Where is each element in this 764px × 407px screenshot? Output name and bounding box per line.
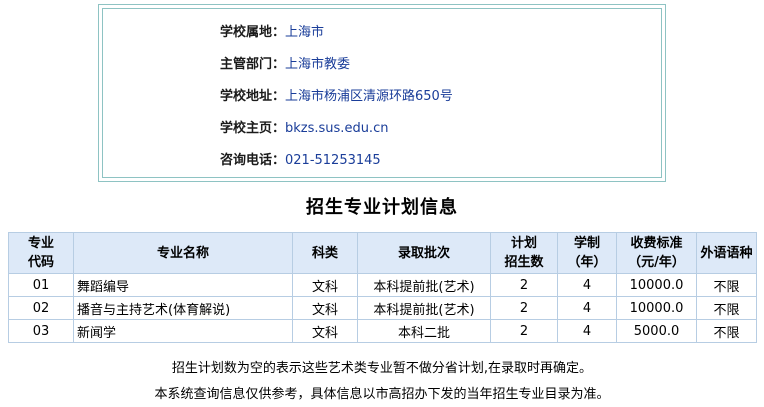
header-batch: 录取批次 [357,232,491,274]
cell-code: 03 [8,319,74,343]
cell-language: 不限 [696,273,757,297]
cell-fee: 10000.0 [616,296,697,320]
info-row-department: 主管部门：上海市教委 [220,55,350,75]
note-plan: 招生计划数为空的表示这些艺术类专业暂不做分省计划,在录取时再确定。 [171,361,593,376]
major-plan-table: 专业 代码 专业名称 科类 录取批次 计划 招生数 学制 （年） 收费标准 （元/年） … [8,232,757,343]
info-label: 咨询电话： [220,153,286,168]
header-plan: 计划 招生数 [490,232,558,274]
cell-name: 舞蹈编导 [73,273,293,297]
info-row-phone: 咨询电话：021-51253145 [220,151,381,171]
cell-batch: 本科二批 [357,319,491,343]
cell-years: 4 [557,296,617,320]
homepage-link[interactable]: bkzs.sus.edu.cn [285,121,388,136]
cell-code: 01 [8,273,74,297]
school-info-box: 学校属地：上海市 主管部门：上海市教委 学校地址：上海市杨浦区清源环路650号 … [98,4,666,182]
info-row-homepage: 学校主页：bkzs.sus.edu.cn [220,119,388,139]
info-value: 上海市杨浦区清源环路650号 [285,89,453,104]
info-row-address: 学校地址：上海市杨浦区清源环路650号 [220,87,453,107]
cell-batch: 本科提前批(艺术) [357,273,491,297]
section-title: 招生专业计划信息 [306,197,458,218]
cell-fee: 10000.0 [616,273,697,297]
header-years: 学制 （年） [557,232,617,274]
header-name: 专业名称 [73,232,293,274]
info-label: 学校主页： [220,121,286,136]
cell-name: 新闻学 [73,319,293,343]
table-row: 02 播音与主持艺术(体育解说) 文科 本科提前批(艺术) 2 4 10000.… [8,296,757,320]
cell-category: 文科 [292,296,358,320]
info-row-location: 学校属地：上海市 [220,23,324,43]
cell-code: 02 [8,296,74,320]
cell-years: 4 [557,273,617,297]
info-value: 上海市 [285,25,325,40]
table-header-row: 专业 代码 专业名称 科类 录取批次 计划 招生数 学制 （年） 收费标准 （元/年） … [8,232,757,274]
header-fee: 收费标准 （元/年） [616,232,697,274]
cell-years: 4 [557,319,617,343]
cell-plan: 2 [490,319,558,343]
header-language: 外语语种 [696,232,757,274]
table-row: 01 舞蹈编导 文科 本科提前批(艺术) 2 4 10000.0 不限 [8,273,757,297]
cell-category: 文科 [292,273,358,297]
info-value: 021-51253145 [285,153,381,168]
cell-plan: 2 [490,273,558,297]
cell-fee: 5000.0 [616,319,697,343]
info-value: 上海市教委 [285,57,351,72]
header-code: 专业 代码 [8,232,74,274]
header-category: 科类 [292,232,358,274]
info-label: 学校属地： [220,25,286,40]
table-row: 03 新闻学 文科 本科二批 2 4 5000.0 不限 [8,319,757,343]
cell-category: 文科 [292,319,358,343]
school-info-inner: 学校属地：上海市 主管部门：上海市教委 学校地址：上海市杨浦区清源环路650号 … [102,8,662,178]
info-label: 主管部门： [220,57,286,72]
info-label: 学校地址： [220,89,286,104]
cell-batch: 本科提前批(艺术) [357,296,491,320]
cell-language: 不限 [696,296,757,320]
cell-plan: 2 [490,296,558,320]
note-disclaimer: 本系统查询信息仅供参考，具体信息以市高招办下发的当年招生专业目录为准。 [154,387,610,402]
cell-language: 不限 [696,319,757,343]
cell-name: 播音与主持艺术(体育解说) [73,296,293,320]
